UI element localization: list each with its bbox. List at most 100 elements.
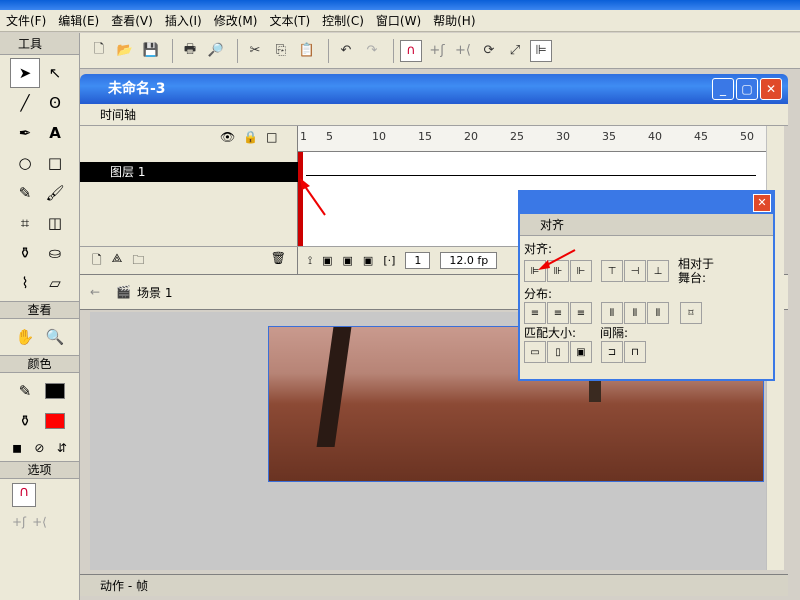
fill-transform-tool-icon[interactable]: ◫: [40, 208, 70, 238]
edit-multiple-icon[interactable]: ▣: [363, 254, 373, 267]
minimize-button[interactable]: _: [712, 78, 734, 100]
dist-vcenter-button[interactable]: ≡: [547, 302, 569, 324]
space-horizontal-button[interactable]: ⊓: [624, 341, 646, 363]
onion-skin-icon[interactable]: ▣: [322, 254, 332, 267]
menu-item-7[interactable]: 窗口(W): [376, 12, 421, 29]
smooth-icon[interactable]: +ʃ: [12, 515, 26, 529]
pencil-tool-icon[interactable]: ✎: [10, 178, 40, 208]
dist-left-button[interactable]: ⦀: [601, 302, 623, 324]
menu-item-6[interactable]: 控制(C): [322, 12, 364, 29]
frame-ruler[interactable]: 1 5 10 15 20 25 30 35 40 45 50: [298, 126, 766, 152]
menu-item-0[interactable]: 文件(F): [6, 12, 46, 29]
align-panel-title: 对齐: [520, 214, 773, 236]
align-close-button[interactable]: ✕: [753, 194, 771, 212]
oval-tool-icon[interactable]: ○: [10, 148, 40, 178]
line-tool-icon[interactable]: ╱: [10, 88, 40, 118]
menu-item-5[interactable]: 文本(T): [269, 12, 310, 29]
ruler-tick: 1: [300, 130, 307, 143]
lasso-tool-icon[interactable]: ʘ: [40, 88, 70, 118]
zoom-tool-icon[interactable]: 🔍: [40, 322, 70, 352]
match-size-label: 匹配大小:: [524, 326, 577, 340]
maximize-button[interactable]: ▢: [736, 78, 758, 100]
actions-label: 动作 - 帧: [100, 579, 148, 593]
add-folder-icon[interactable]: 🗀: [132, 251, 144, 270]
menu-item-3[interactable]: 插入(I): [165, 12, 202, 29]
dist-right-button[interactable]: ⦀: [647, 302, 669, 324]
snap-icon[interactable]: ∩: [400, 39, 422, 62]
menu-item-8[interactable]: 帮助(H): [433, 12, 475, 29]
copy-icon[interactable]: ⎘: [270, 40, 292, 62]
fill-color-swatch[interactable]: [40, 406, 70, 436]
redo-icon[interactable]: ↷: [361, 40, 383, 62]
rotate-icon[interactable]: ⟳: [478, 40, 500, 62]
arrow-tool-icon[interactable]: ➤: [10, 58, 40, 88]
eraser-tool-icon[interactable]: ▱: [40, 268, 70, 298]
paste-icon[interactable]: 📋: [296, 40, 318, 62]
ruler-tick: 5: [326, 130, 333, 143]
straighten-toolbar-icon[interactable]: +⟨: [452, 40, 474, 62]
stroke-color-swatch[interactable]: [40, 376, 70, 406]
align-top-button[interactable]: ⊤: [601, 260, 623, 282]
align-right-button[interactable]: ⊩: [570, 260, 592, 282]
align-panel: ✕ 对齐 对齐: ⊫ ⊪ ⊩ ⊤ ⊣ ⊥ 相对于舞台: 分布: ≡ ≡ ≡ ⦀ …: [518, 190, 775, 381]
hand-tool-icon[interactable]: ✋: [10, 322, 40, 352]
align-body: 对齐: ⊫ ⊪ ⊩ ⊤ ⊣ ⊥ 相对于舞台: 分布: ≡ ≡ ≡ ⦀ ⦀ ⦀ ⌑…: [520, 236, 773, 367]
layer-row[interactable]: 图层 1: [80, 162, 298, 182]
save-icon[interactable]: 💾: [140, 40, 162, 62]
snap-magnet-icon[interactable]: ∩: [12, 483, 36, 507]
scale-icon[interactable]: ⤢: [504, 40, 526, 62]
document-titlebar: 未命名-3: [80, 74, 788, 104]
playhead[interactable]: [298, 152, 303, 252]
pen-tool-icon[interactable]: ✒: [10, 118, 40, 148]
align-toolbar-icon[interactable]: ⊫: [530, 39, 552, 62]
ruler-tick: 50: [740, 130, 754, 143]
text-tool-icon[interactable]: A: [40, 118, 70, 148]
eyedropper-tool-icon[interactable]: ⌇: [10, 268, 40, 298]
align-left-button[interactable]: ⊫: [524, 260, 546, 282]
menu-item-2[interactable]: 查看(V): [111, 12, 153, 29]
back-arrow-icon[interactable]: ←: [90, 285, 100, 299]
free-transform-tool-icon[interactable]: ⌗: [10, 208, 40, 238]
cut-icon[interactable]: ✂: [244, 40, 266, 62]
match-height-button[interactable]: ▯: [547, 341, 569, 363]
default-colors-icon[interactable]: ◼: [12, 441, 22, 455]
no-color-icon[interactable]: ⊘: [34, 441, 44, 455]
center-frame-icon[interactable]: ⟟: [308, 254, 312, 268]
open-icon[interactable]: 📂: [114, 40, 136, 62]
scene-label[interactable]: 场景 1: [137, 284, 172, 301]
match-both-button[interactable]: ▣: [570, 341, 592, 363]
undo-icon[interactable]: ↶: [335, 40, 357, 62]
timeline-header[interactable]: 时间轴: [80, 104, 788, 126]
paint-bucket-tool-icon[interactable]: ⛀: [40, 238, 70, 268]
menu-item-4[interactable]: 修改(M): [214, 12, 258, 29]
subselect-tool-icon[interactable]: ↖: [40, 58, 70, 88]
space-vertical-button[interactable]: ⊐: [601, 341, 623, 363]
dist-top-button[interactable]: ≡: [524, 302, 546, 324]
rectangle-tool-icon[interactable]: □: [40, 148, 70, 178]
tools-panel-title: 工具: [0, 33, 79, 55]
add-guide-icon[interactable]: ⟁: [112, 251, 123, 270]
actions-panel-bar[interactable]: 动作 - 帧: [80, 574, 788, 596]
close-button[interactable]: ✕: [760, 78, 782, 100]
new-icon[interactable]: 🗋: [88, 40, 110, 62]
smooth-toolbar-icon[interactable]: +ʃ: [426, 40, 448, 62]
swap-colors-icon[interactable]: ⇵: [57, 441, 67, 455]
dist-hcenter-button[interactable]: ⦀: [624, 302, 646, 324]
ink-bottle-tool-icon[interactable]: ⚱: [10, 238, 40, 268]
menu-item-1[interactable]: 编辑(E): [58, 12, 99, 29]
align-hcenter-button[interactable]: ⊪: [547, 260, 569, 282]
onion-outline-icon[interactable]: ▣: [343, 254, 353, 267]
delete-layer-icon[interactable]: 🗑: [271, 251, 286, 270]
add-layer-icon[interactable]: 🗋: [92, 251, 102, 270]
layer-header-icons: 👁🔒□: [220, 130, 286, 144]
to-stage-button[interactable]: ⌑: [680, 302, 702, 324]
print-preview-icon[interactable]: 🔎: [205, 40, 227, 62]
brush-tool-icon[interactable]: 🖌: [40, 178, 70, 208]
align-bottom-button[interactable]: ⊥: [647, 260, 669, 282]
dist-bottom-button[interactable]: ≡: [570, 302, 592, 324]
straighten-icon[interactable]: +⟨: [32, 515, 47, 529]
print-icon[interactable]: 🖶: [179, 40, 201, 62]
align-vcenter-button[interactable]: ⊣: [624, 260, 646, 282]
match-width-button[interactable]: ▭: [524, 341, 546, 363]
onion-markers-icon[interactable]: [·]: [383, 254, 395, 267]
